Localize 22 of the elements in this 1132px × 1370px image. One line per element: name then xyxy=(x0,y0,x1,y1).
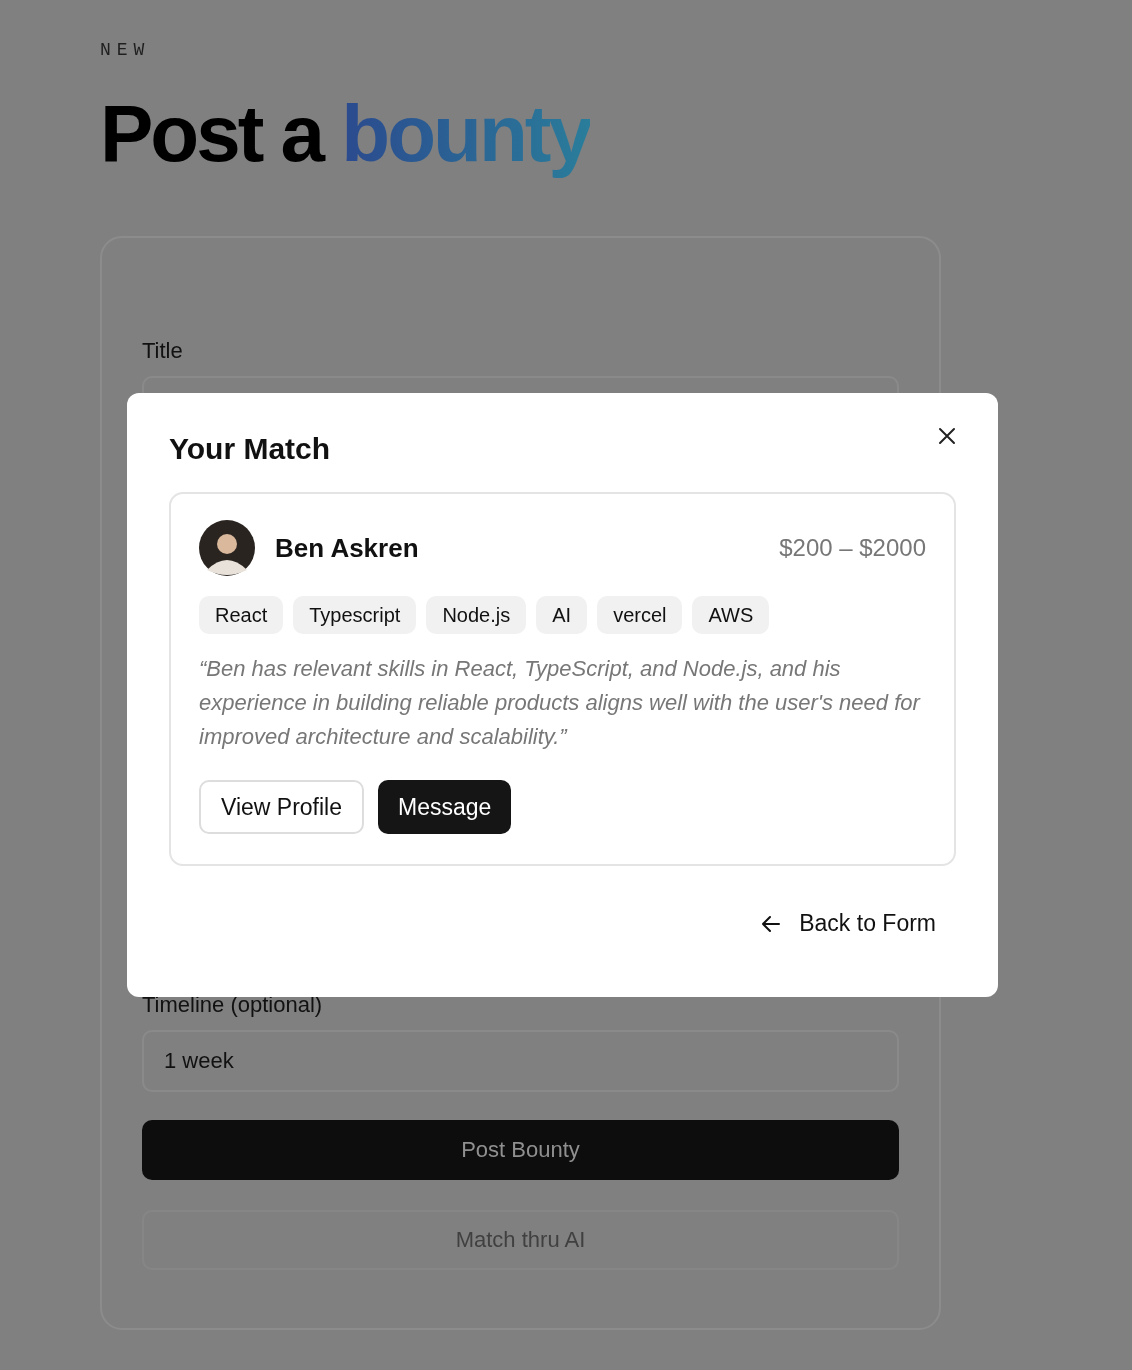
skill-tag: vercel xyxy=(597,596,683,634)
post-button[interactable]: Post Bounty xyxy=(142,1120,899,1180)
price-range: $200 – $2000 xyxy=(779,534,926,562)
eyebrow-label: NEW xyxy=(100,40,152,60)
skill-tag: Typescript xyxy=(293,596,417,634)
match-reason: “Ben has relevant skills in React, TypeScript, and Node.js, and his experience in building reliable products aligns well with the user's need for improved architecture and scalability.” xyxy=(199,655,922,751)
skill-tag: AWS xyxy=(692,596,770,634)
field-label: Title xyxy=(142,338,184,364)
close-icon[interactable] xyxy=(938,427,956,445)
skill-tag: AI xyxy=(536,596,588,634)
view-profile-button[interactable]: View Profile xyxy=(199,780,365,834)
field-label: Timeline (optional) xyxy=(142,992,324,1018)
modal-title: Your Match xyxy=(169,431,331,467)
skill-tag: React xyxy=(199,596,284,634)
input-field[interactable]: 1 week xyxy=(142,1030,899,1092)
avatar xyxy=(199,520,255,576)
skill-tag: Node.js xyxy=(426,596,527,634)
back-link[interactable]: Back to Form xyxy=(761,910,936,937)
match-name: Ben Askren xyxy=(275,532,420,564)
page-heading: Post a bounty xyxy=(100,88,590,180)
arrow-left-icon xyxy=(761,914,782,933)
message-button[interactable]: Message xyxy=(378,780,512,834)
